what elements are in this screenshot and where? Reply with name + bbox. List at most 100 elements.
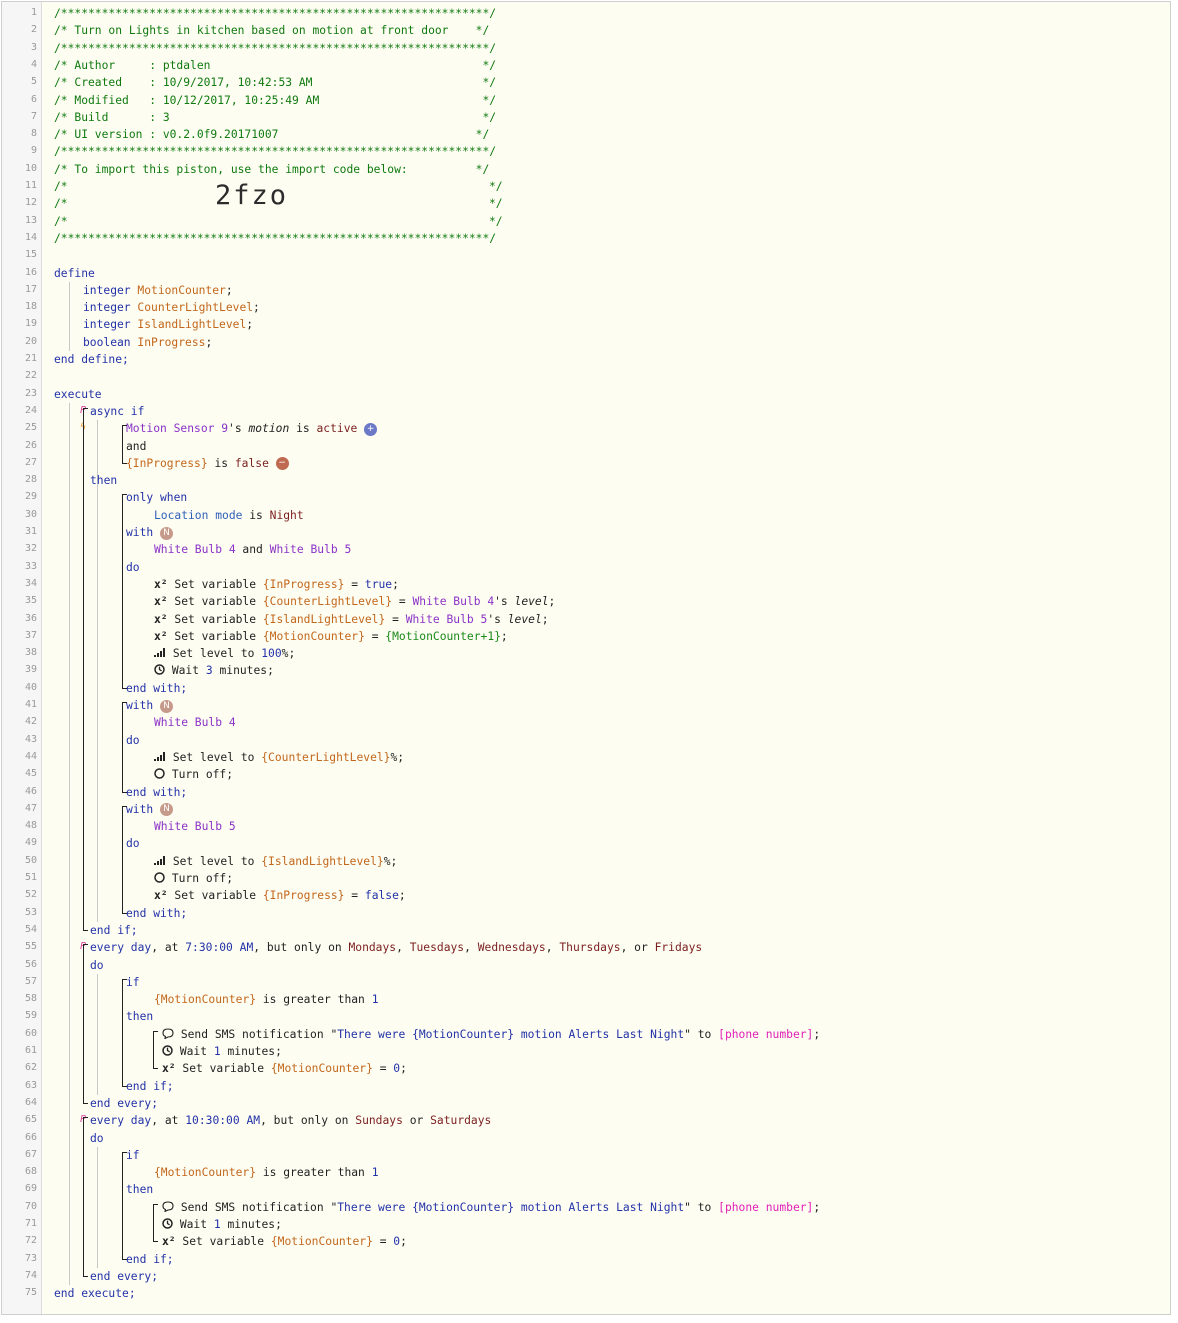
code-line: end every; <box>90 1095 158 1112</box>
with-options-badge[interactable]: N <box>160 803 174 817</box>
line-number: 13 <box>24 214 37 226</box>
line-number: 30 <box>24 508 37 520</box>
line-number: 25 <box>24 422 37 434</box>
code-line: /***************************************… <box>54 40 496 57</box>
line-number: 6 <box>30 93 37 105</box>
block-bracket <box>122 805 127 914</box>
signal-bars-icon <box>154 647 173 660</box>
code-token: or <box>402 1114 431 1128</box>
line-number-gutter: 1 2 3 4 5 6 7 8 9 10 11 12 13 14 15 16 17 18 19 20 21 22 23 24 2… <box>2 2 42 1314</box>
code-token: 1 <box>371 1166 379 1180</box>
code-token: async if <box>90 404 145 418</box>
code-token: 3 <box>205 664 213 678</box>
code-line: end define; <box>54 351 129 368</box>
piston-code-editor: 1 2 3 4 5 6 7 8 9 10 11 12 13 14 15 16 17 18 19 20 21 22 23 24 2… <box>1 1 1171 1315</box>
code-token: with <box>126 526 154 539</box>
line-number: 48 <box>24 820 37 832</box>
line-number: 21 <box>24 353 37 364</box>
code-token: Night <box>269 508 304 522</box>
code-token: /* Author : ptdalen */ <box>54 58 497 72</box>
block-bracket <box>83 944 88 1104</box>
code-token: do <box>90 958 104 972</box>
line-number: 51 <box>24 872 37 883</box>
code-line: */ <box>489 213 503 230</box>
action: x² Set variable {CounterLightLevel} = Wh… <box>154 593 555 610</box>
block-bracket <box>122 978 127 1087</box>
code-token: 1 <box>213 1045 221 1058</box>
code-token: end with; <box>126 906 188 920</box>
remove-condition-button[interactable]: − <box>275 457 289 471</box>
code-line: /* UI version : v0.2.0f9.20171007 */ <box>54 126 489 143</box>
code-token: 10:30:00 AM <box>185 1114 261 1128</box>
code-token: ; <box>398 889 406 903</box>
device-name: White Bulb 5 <box>154 820 236 834</box>
remove-condition-button-wrap[interactable]: − <box>269 457 289 471</box>
action: Set level to {IslandLightLevel}%; <box>154 853 397 870</box>
line-number: 33 <box>24 560 37 572</box>
code-line: then <box>126 1008 153 1025</box>
code-token: , at <box>151 941 186 955</box>
code-token: is <box>296 422 310 436</box>
code-line: only when <box>126 489 187 506</box>
code-token: /* UI version : v0.2.0f9.20171007 */ <box>54 128 490 142</box>
code-token: /* Created : 10/9/2017, 10:42:53 AM */ <box>54 76 497 90</box>
code-token: {InProgress} <box>262 577 345 591</box>
code-token: = <box>344 889 365 903</box>
variable-declaration: integer MotionCounter; <box>83 282 233 299</box>
device-name: White Bulb 5 <box>405 612 488 626</box>
code-token: do <box>126 733 140 747</box>
with-options-badge-wrap[interactable]: N <box>153 526 174 540</box>
add-condition-button-wrap[interactable]: + <box>357 422 378 436</box>
line-number: 56 <box>24 958 37 970</box>
block-bracket <box>153 1030 158 1070</box>
action: Turn off; <box>154 766 233 783</box>
code-token: , but only on <box>260 1114 356 1128</box>
code-token: */ <box>489 214 503 228</box>
code-token: /***************************************… <box>54 41 497 55</box>
with-options-badge-wrap[interactable]: N <box>153 699 174 713</box>
variable-declaration: boolean InProgress; <box>83 334 212 351</box>
code-token: {MotionCounter} <box>154 1166 257 1180</box>
code-token: and <box>235 543 270 557</box>
block-bracket <box>122 1151 127 1260</box>
variable-name: MotionCounter <box>137 283 226 297</box>
line-number: 14 <box>24 231 37 243</box>
block-bracket <box>83 1117 88 1277</box>
import-code: 2fzo <box>215 180 289 211</box>
device-name: White Bulb 4 <box>154 716 236 730</box>
code-line: /* Created : 10/9/2017, 10:42:53 AM */ <box>54 74 496 91</box>
code-token: only when <box>126 491 188 505</box>
code-token: */ <box>489 180 503 193</box>
line-number: 22 <box>24 370 37 382</box>
code-token: {CounterLightLevel} <box>262 595 393 609</box>
power-icon <box>154 768 172 781</box>
code-token: " to <box>684 1027 719 1041</box>
code-token: is greater than <box>262 993 365 1007</box>
line-number: 40 <box>24 681 37 693</box>
indent-guide <box>97 973 98 1095</box>
weekday: Saturdays <box>430 1114 492 1128</box>
line-number: 60 <box>24 1027 37 1039</box>
block-bracket <box>153 1203 158 1243</box>
code-token: every day <box>90 941 152 955</box>
chat-bubble-icon <box>162 1028 181 1041</box>
code-token: Location mode <box>154 508 243 522</box>
code-line: async if <box>90 403 144 420</box>
indent-guide <box>69 281 70 351</box>
with-options-badge-wrap[interactable]: N <box>153 803 174 817</box>
chat-bubble-icon <box>162 1201 181 1214</box>
code-token: = <box>392 595 413 609</box>
variable-icon: x² <box>154 595 168 609</box>
device-name: White Bulb 4 <box>412 595 495 609</box>
with-options-badge[interactable]: N <box>160 526 174 540</box>
add-condition-button[interactable]: + <box>364 422 378 436</box>
code-token: ; <box>392 577 399 591</box>
condition: {InProgress} is false − <box>126 455 289 472</box>
code-token: = <box>344 577 365 591</box>
code-line: /* Modified : 10/12/2017, 10:25:49 AM */ <box>54 92 496 109</box>
with-options-badge[interactable]: N <box>160 699 174 713</box>
code-token: /* To import this piston, use the import… <box>54 162 490 176</box>
line-number: 72 <box>24 1235 37 1247</box>
code-token: /***************************************… <box>54 145 497 159</box>
